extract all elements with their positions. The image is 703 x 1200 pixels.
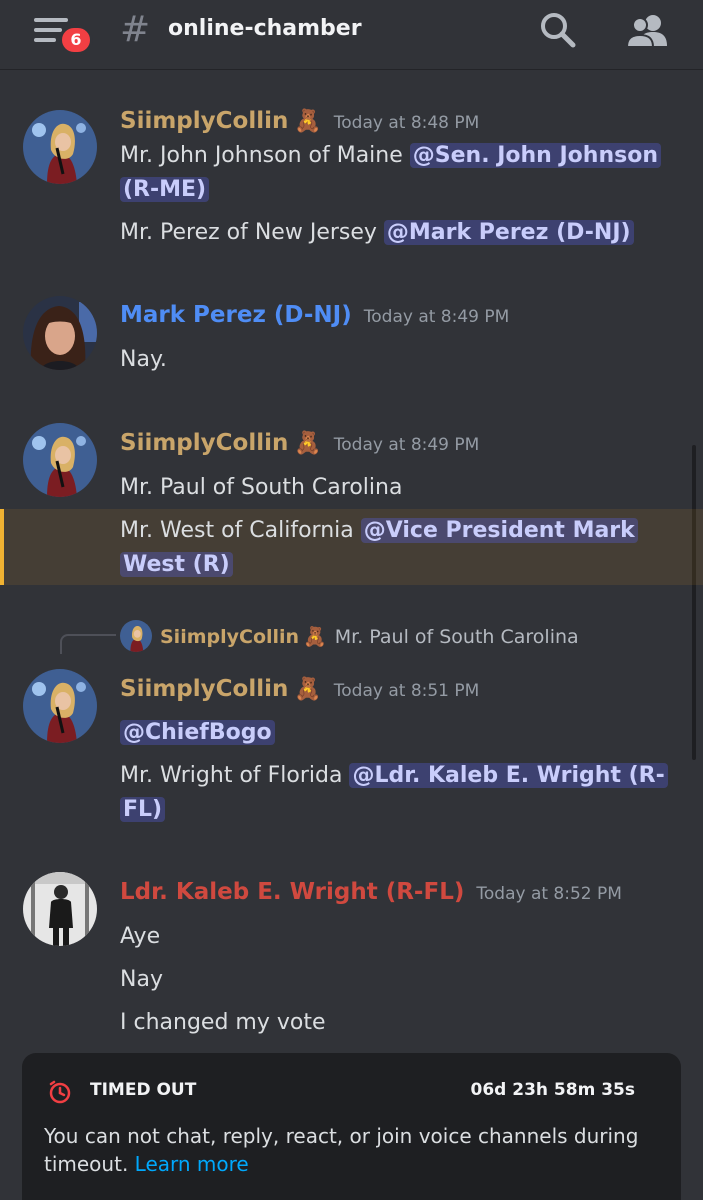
message-header: SiimplyCollin 🧸 Today at 8:51 PM [120, 674, 479, 706]
teddy-bear-emoji-icon: 🧸 [294, 677, 322, 702]
message-text: Mr. Perez of New Jersey @Mark Perez (D-N… [120, 216, 634, 250]
learn-more-link[interactable]: Learn more [135, 1152, 249, 1176]
username[interactable]: SiimplyCollin [120, 108, 288, 134]
message-text: Mr. John Johnson of Maine @Sen. John Joh… [120, 139, 661, 173]
message-text: Mr. Wright of Florida @Ldr. Kaleb E. Wri… [120, 759, 668, 793]
user-mention[interactable]: (R-ME) [120, 177, 210, 202]
teddy-bear-emoji-icon: 🧸 [303, 626, 327, 648]
reply-username[interactable]: SiimplyCollin [160, 626, 299, 648]
mention-highlight-bar [0, 509, 4, 585]
message-text: @ChiefBogo [120, 716, 275, 750]
teddy-bear-emoji-icon: 🧸 [294, 109, 322, 134]
search-icon[interactable] [538, 10, 578, 50]
message-header: Mark Perez (D-NJ) Today at 8:49 PM [120, 300, 509, 332]
avatar-singer-image [120, 620, 152, 652]
avatar[interactable] [23, 296, 97, 370]
menu-bar [34, 28, 62, 32]
avatar[interactable] [23, 669, 97, 743]
timestamp: Today at 8:48 PM [333, 113, 480, 133]
message-header: SiimplyCollin 🧸 Today at 8:48 PM [120, 106, 479, 138]
teddy-bear-emoji-icon: 🧸 [294, 431, 322, 456]
timeout-message: You can not chat, reply, react, or join … [44, 1122, 644, 1178]
unread-badge: 6 [59, 25, 93, 55]
message-text: Nay [120, 967, 163, 992]
members-icon[interactable] [624, 10, 670, 50]
message-text: Aye [120, 924, 161, 949]
reply-preview[interactable]: SiimplyCollin 🧸 Mr. Paul of South Carolina [160, 622, 579, 652]
username[interactable]: SiimplyCollin [120, 676, 288, 702]
avatar-singer-image [23, 423, 97, 497]
message-text-part: Mr. Wright of Florida [120, 763, 350, 788]
user-mention[interactable]: @Sen. John Johnson [409, 143, 661, 168]
reply-text: Mr. Paul of South Carolina [334, 626, 579, 648]
user-mention[interactable]: FL) [120, 797, 166, 822]
reply-connector [60, 634, 116, 654]
reply-avatar [120, 620, 152, 652]
avatar-singer-image [23, 110, 97, 184]
menu-bar [34, 38, 56, 42]
avatar[interactable] [23, 872, 97, 946]
avatar[interactable] [23, 423, 97, 497]
channel-hash-icon: # [120, 9, 151, 50]
message-text: West (R) [120, 548, 233, 582]
scrollbar[interactable] [692, 445, 696, 760]
message-text: Nay. [120, 347, 167, 372]
message-text: Mr. West of California @Vice President M… [120, 514, 638, 548]
message-text-part: Mr. Perez of New Jersey [120, 220, 384, 245]
message-text-part: Mr. West of California [120, 518, 361, 543]
message-header: SiimplyCollin 🧸 Today at 8:49 PM [120, 428, 479, 460]
timeout-title: TIMED OUT [90, 1080, 197, 1100]
username[interactable]: SiimplyCollin [120, 430, 288, 456]
message-text: (R-ME) [120, 173, 210, 207]
avatar-woman-image [23, 296, 97, 370]
user-mention[interactable]: West (R) [120, 552, 233, 577]
message-text-part: Mr. John Johnson of Maine [120, 143, 410, 168]
timestamp: Today at 8:49 PM [333, 435, 480, 455]
clock-icon [49, 1080, 71, 1104]
channel-header: 6 # online-chamber [0, 0, 703, 70]
timestamp: Today at 8:51 PM [333, 681, 480, 701]
timestamp: Today at 8:52 PM [476, 884, 622, 904]
username[interactable]: Mark Perez (D-NJ) [120, 302, 352, 328]
message-text: FL) [120, 793, 166, 827]
timestamp: Today at 8:49 PM [363, 307, 510, 327]
channel-name[interactable]: online-chamber [168, 15, 362, 43]
avatar-man-image [23, 872, 97, 946]
avatar-singer-image [23, 669, 97, 743]
user-mention[interactable]: @ChiefBogo [120, 720, 275, 745]
message-header: Ldr. Kaleb E. Wright (R-FL) Today at 8:52… [120, 877, 622, 909]
message-text: Mr. Paul of South Carolina [120, 475, 403, 500]
message-text: I changed my vote [120, 1010, 326, 1035]
timeout-banner: TIMED OUT 06d 23h 58m 35s You can not ch… [22, 1053, 681, 1200]
user-mention[interactable]: @Ldr. Kaleb E. Wright (R- [349, 763, 668, 788]
username[interactable]: Ldr. Kaleb E. Wright (R-FL) [120, 879, 464, 905]
menu-bar [34, 18, 68, 22]
avatar[interactable] [23, 110, 97, 184]
timeout-message-text: You can not chat, reply, react, or join … [44, 1124, 639, 1176]
timeout-countdown: 06d 23h 58m 35s [470, 1080, 636, 1100]
user-mention[interactable]: @Mark Perez (D-NJ) [383, 220, 634, 245]
user-mention[interactable]: @Vice President Mark [360, 518, 638, 543]
